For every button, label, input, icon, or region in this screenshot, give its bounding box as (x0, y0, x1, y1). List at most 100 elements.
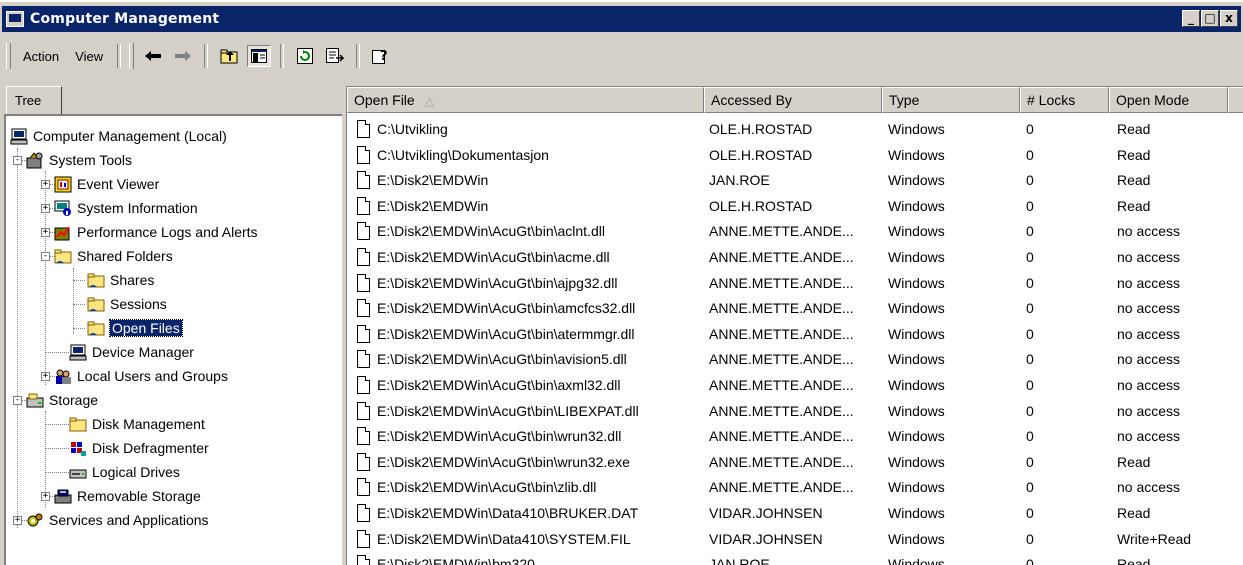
expand-toggle[interactable]: + (41, 179, 50, 189)
collapse-toggle[interactable]: - (13, 155, 22, 165)
accessed-by-cell: OLE.H.ROSTAD (709, 197, 813, 214)
table-row[interactable]: E:\Disk2\EMDWin\AcuGt\bin\LIBEXPAT.dll AN… (347, 399, 1243, 424)
column-header-accessed-by[interactable]: Accessed By (704, 87, 882, 113)
table-row[interactable]: E:\Disk2\EMDWin\Data410\BRUKER.DAT VIDAR.… (347, 501, 1243, 526)
tree-item-performance-logs[interactable]: + Performance Logs and Alerts (41, 220, 258, 244)
open-files-list: Open File △ Accessed By Type # Locks Open… (346, 86, 1243, 565)
locks-cell: 0 (1026, 249, 1034, 265)
file-icon (357, 376, 370, 394)
toolbar-grip-2[interactable] (129, 43, 135, 69)
help-button[interactable]: ? (369, 45, 393, 67)
collapse-toggle[interactable]: - (13, 395, 22, 405)
tree-tab-strip: Tree (4, 86, 342, 116)
file-icon (357, 248, 370, 266)
column-header-label: Accessed By (711, 92, 792, 108)
file-icon (357, 350, 370, 369)
file-icon (357, 401, 370, 420)
column-header-locks[interactable]: # Locks (1020, 87, 1109, 113)
table-row[interactable]: E:\Disk2\EMDWin\AcuGt\bin\wrun32.exe ANNE… (347, 450, 1243, 475)
back-button[interactable] (141, 45, 165, 67)
type-cell: Windows (888, 300, 945, 317)
tree-item-system-tools[interactable]: - System Tools (13, 148, 132, 172)
tree-item-logical-drives[interactable]: Logical Drives (69, 460, 180, 484)
file-icon (357, 529, 370, 548)
toolbar-grip[interactable] (6, 43, 11, 69)
table-row[interactable]: C:\Utvikling OLE.H.ROSTAD Windows 0 Read (347, 117, 1243, 142)
file-icon (357, 145, 370, 164)
tree-item-label-selected: Open Files (109, 319, 183, 337)
show-hide-tree-button[interactable] (247, 45, 272, 67)
help-icon: ? (372, 49, 388, 64)
file-icon (357, 427, 370, 446)
table-row[interactable]: E:\Disk2\EMDWin\AcuGt\bin\amcfcs32.dll AN… (347, 296, 1243, 321)
accessed-by-cell: ANNE.METTE.ANDE... (709, 479, 854, 496)
expand-toggle[interactable]: + (41, 227, 50, 237)
maximize-button[interactable]: □ (1201, 10, 1219, 27)
expand-toggle[interactable]: + (13, 515, 22, 525)
table-row[interactable]: E:\Disk2\EMDWin\AcuGt\bin\zlib.dll ANNE.M… (347, 475, 1243, 500)
table-row[interactable]: E:\Disk2\EMDWin\AcuGt\bin\atermmgr.dll AN… (347, 322, 1243, 347)
tree-item-label: Sessions (110, 296, 167, 312)
locks-cell: 0 (1026, 197, 1034, 214)
tree-item-disk-defragmenter[interactable]: Disk Defragmenter (69, 436, 209, 460)
expand-toggle[interactable]: + (41, 203, 50, 213)
title-bar[interactable]: Computer Management _ □ x (2, 6, 1241, 32)
table-row[interactable]: E:\Disk2\EMDWin OLE.H.ROSTAD Windows 0 Read (347, 194, 1243, 219)
drive-icon (69, 464, 87, 481)
tab-tree[interactable]: Tree (6, 86, 62, 115)
tree-item-event-viewer[interactable]: + Event Viewer (41, 172, 159, 196)
tree-item-label: Event Viewer (77, 176, 160, 192)
tree-item-device-manager[interactable]: Device Manager (69, 340, 194, 364)
locks-cell: 0 (1026, 505, 1034, 521)
type-cell: Windows (888, 428, 945, 445)
close-button[interactable]: x (1220, 10, 1238, 27)
action-menu[interactable]: Action (15, 46, 67, 67)
column-header-open-mode[interactable]: Open Mode (1109, 87, 1228, 113)
open-file-cell: E:\Disk2\EMDWin\AcuGt\bin\wrun32.exe (377, 453, 630, 470)
table-row[interactable]: E:\Disk2\EMDWin\AcuGt\bin\axml32.dll ANNE… (347, 373, 1243, 398)
type-cell: Windows (888, 121, 945, 137)
tree-item-open-files[interactable]: Open Files (87, 316, 183, 340)
table-row[interactable]: E:\Disk2\EMDWin\AcuGt\bin\aclnt.dll ANNE.… (347, 219, 1243, 244)
table-row[interactable]: E:\Disk2\EMDWin JAN.ROE Windows 0 Read (347, 168, 1243, 193)
tree-item-sessions[interactable]: Sessions (87, 292, 167, 316)
tree-item-system-information[interactable]: + System Information (41, 196, 198, 220)
refresh-button[interactable] (293, 45, 317, 67)
tree-item-computer-management[interactable]: Computer Management (Local) (10, 124, 227, 148)
tree-item-shared-folders[interactable]: - Shared Folders (41, 244, 173, 268)
minimize-button[interactable]: _ (1182, 10, 1200, 27)
open-file-cell: E:\Disk2\EMDWin\AcuGt\bin\axml32.dll (377, 377, 621, 393)
tree-item-services-applications[interactable]: + Services and Applications (13, 508, 209, 532)
table-row[interactable]: E:\Disk2\EMDWin\AcuGt\bin\wrun32.dll ANNE… (347, 424, 1243, 449)
table-row[interactable]: C:\Utvikling\Dokumentasjon OLE.H.ROSTAD Wi… (347, 143, 1243, 168)
tree-item-shares[interactable]: Shares (87, 268, 154, 292)
table-row[interactable]: E:\Disk2\EMDWin\bm320 JAN.ROE Windows 0 Read (347, 552, 1243, 565)
forward-button[interactable] (171, 45, 195, 67)
table-row[interactable]: E:\Disk2\EMDWin\AcuGt\bin\acme.dll ANNE.M… (347, 245, 1243, 270)
column-header-open-file[interactable]: Open File △ (347, 87, 704, 113)
collapse-toggle[interactable]: - (41, 251, 50, 261)
tree-item-removable-storage[interactable]: + Removable Storage (41, 484, 201, 508)
locks-cell: 0 (1026, 556, 1034, 565)
column-header-label: Open File (354, 92, 415, 108)
tree-item-label: Device Manager (92, 344, 194, 360)
export-list-button[interactable] (323, 45, 347, 67)
locks-cell: 0 (1026, 274, 1034, 291)
table-row[interactable]: E:\Disk2\EMDWin\AcuGt\bin\ajpg32.dll ANNE… (347, 271, 1243, 296)
view-menu[interactable]: View (67, 46, 111, 67)
tree-item-label: Disk Defragmenter (92, 440, 209, 456)
expand-toggle[interactable]: + (41, 491, 50, 501)
accessed-by-cell: ANNE.METTE.ANDE... (709, 325, 854, 342)
tree-item-disk-management[interactable]: Disk Management (69, 412, 205, 436)
tree-item-local-users-groups[interactable]: + Local Users and Groups (41, 364, 228, 388)
disk-defragmenter-icon (69, 440, 87, 457)
tree-item-label: System Information (77, 200, 198, 216)
table-row[interactable]: E:\Disk2\EMDWin\Data410\SYSTEM.FIL VIDAR.… (347, 527, 1243, 552)
column-header-type[interactable]: Type (882, 87, 1020, 113)
table-row[interactable]: E:\Disk2\EMDWin\AcuGt\bin\avision5.dll AN… (347, 347, 1243, 372)
tree-item-storage[interactable]: - Storage (13, 388, 98, 412)
up-one-level-button[interactable] (217, 45, 241, 67)
open-file-cell: C:\Utvikling (377, 121, 448, 137)
tree-item-label: Removable Storage (77, 488, 201, 504)
expand-toggle[interactable]: + (41, 371, 50, 381)
